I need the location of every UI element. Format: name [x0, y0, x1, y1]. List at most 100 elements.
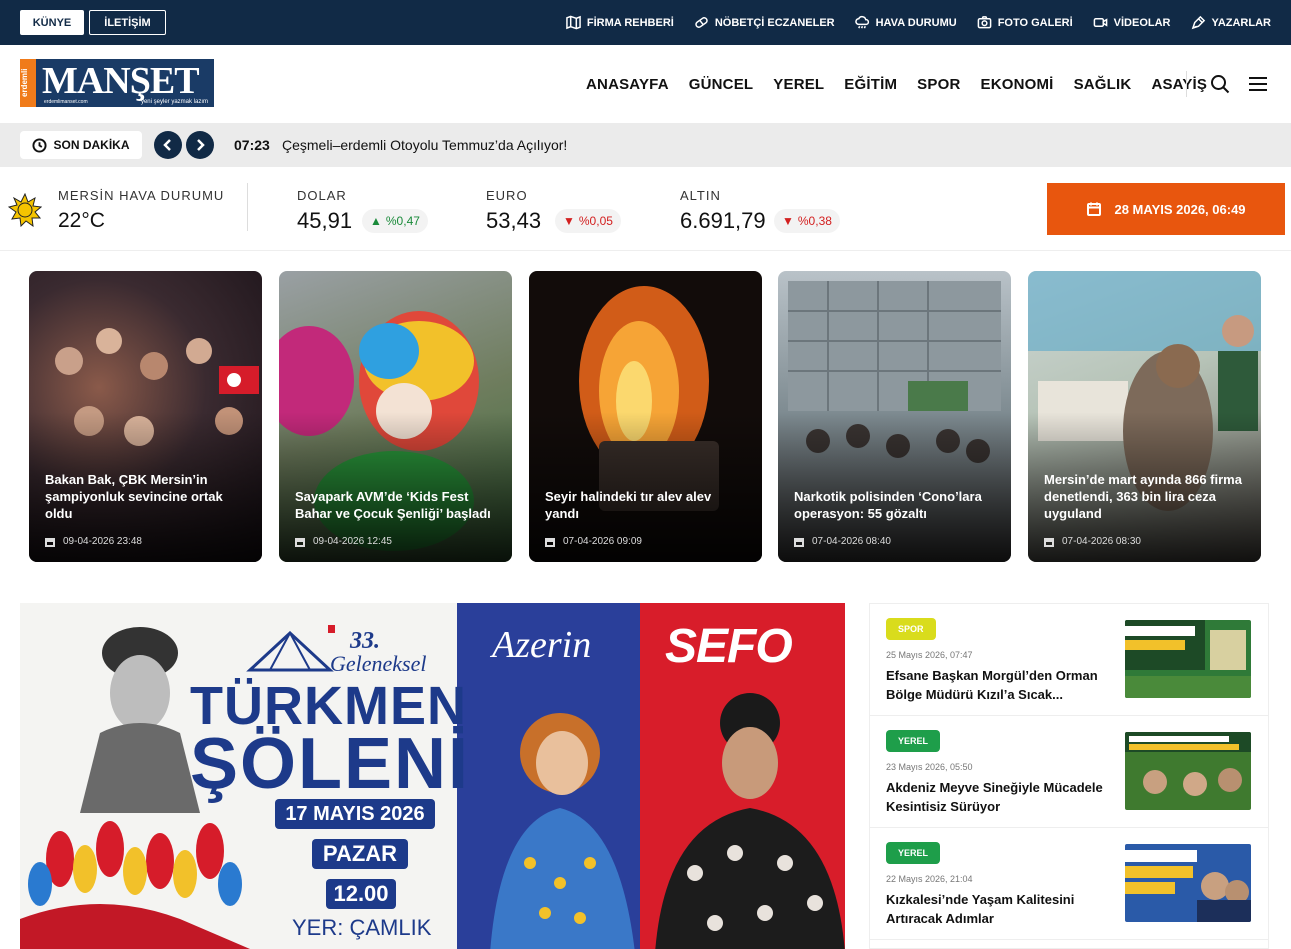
iletisim-button[interactable]: İLETİŞİM: [89, 10, 166, 35]
nobetci-eczaneler-link[interactable]: NÖBETÇİ ECZANELER: [694, 15, 835, 30]
news-card[interactable]: Bakan Bak, ÇBK Mersin’in şampiyonluk sev…: [29, 271, 262, 562]
altin-label: ALTIN: [680, 188, 721, 203]
nav-ekonomi[interactable]: EKONOMİ: [980, 76, 1053, 93]
calendar-icon: [45, 537, 55, 547]
foto-galeri-label: FOTO GALERİ: [997, 16, 1073, 29]
news-card[interactable]: Sayapark AVM’de ‘Kids Fest Bahar ve Çocu…: [279, 271, 512, 562]
list-item[interactable]: SPOR 25 Mayıs 2026, 07:47 Efsane Başkan …: [870, 604, 1268, 716]
list-item[interactable]: YEREL 22 Mayıs 2026, 21:04 Kızkalesi’nde…: [870, 828, 1268, 940]
dolar-label: DOLAR: [297, 188, 347, 203]
kunye-button[interactable]: KÜNYE: [20, 10, 84, 35]
arrow-up-icon: ▲: [370, 214, 382, 228]
logo-side-text: erdemli: [20, 59, 36, 107]
card-title: Sayapark AVM’de ‘Kids Fest Bahar ve Çocu…: [295, 489, 491, 521]
list-item-date: 22 Mayıs 2026, 21:04: [886, 874, 973, 884]
card-date: 07-04-2026 08:40: [794, 536, 891, 547]
firma-rehberi-label: FİRMA REHBERİ: [586, 16, 674, 29]
camera-icon: [977, 16, 992, 29]
map-icon: [566, 15, 581, 30]
top-bar: KÜNYE İLETİŞİM FİRMA REHBERİ NÖBETÇİ ECZ…: [0, 0, 1291, 45]
main-nav: ANASAYFA GÜNCEL YEREL EĞİTİM SPOR EKONOM…: [586, 45, 1207, 123]
altin-change-value: %0,38: [797, 214, 832, 228]
euro-change: ▼ %0,05: [555, 209, 621, 233]
category-badge[interactable]: SPOR: [886, 618, 936, 640]
search-icon[interactable]: [1209, 73, 1231, 95]
videolar-link[interactable]: VİDEOLAR: [1093, 15, 1171, 30]
top-links: FİRMA REHBERİ NÖBETÇİ ECZANELER HAVA DUR…: [566, 0, 1271, 45]
logo-url: erdemlimanset.com: [44, 99, 88, 105]
calendar-icon: [1044, 537, 1054, 547]
card-date: 09-04-2026 12:45: [295, 536, 392, 547]
yazarlar-link[interactable]: YAZARLAR: [1191, 15, 1272, 30]
chevron-right-icon: [197, 139, 205, 151]
cloud-rain-icon: [854, 15, 869, 29]
sun-icon: [8, 193, 42, 227]
event-banner[interactable]: 33. Geleneksel TÜRKMEN ŞÖLENİ 17 MAYIS 2…: [20, 603, 845, 949]
hava-durumu-link[interactable]: HAVA DURUMU: [854, 15, 957, 30]
firma-rehberi-link[interactable]: FİRMA REHBERİ: [566, 15, 674, 30]
list-item-thumbnail: [1125, 620, 1251, 698]
euro-change-value: %0,05: [578, 214, 613, 228]
card-date-value: 07-04-2026 09:09: [563, 536, 642, 547]
foto-galeri-link[interactable]: FOTO GALERİ: [977, 15, 1073, 30]
altin-change: ▼ %0,38: [774, 209, 840, 233]
list-item[interactable]: YEREL 23 Mayıs 2026, 05:50 Akdeniz Meyve…: [870, 716, 1268, 828]
calendar-icon: [295, 537, 305, 547]
list-item-thumbnail: [1125, 844, 1251, 922]
son-dakika-badge: SON DAKİKA: [20, 131, 142, 159]
yazarlar-label: YAZARLAR: [1211, 16, 1272, 29]
nav-anasayfa[interactable]: ANASAYFA: [586, 76, 669, 93]
breaking-prev-button[interactable]: [154, 131, 182, 159]
card-title: Narkotik polisinden ‘Cono’lara operasyon…: [794, 489, 982, 521]
banner-artist-azerin: Azerin: [492, 624, 592, 666]
clock-icon: [32, 137, 48, 153]
weather-temp: 22°C: [58, 209, 105, 232]
sefo-portrait: [655, 693, 845, 949]
list-item-title: Akdeniz Meyve Sineğiyle Mücadele Kesinti…: [886, 780, 1103, 814]
videolar-label: VİDEOLAR: [1113, 16, 1171, 29]
tent-icon: [246, 625, 335, 672]
current-date: 28 MAYIS 2026, 06:49: [1114, 201, 1246, 217]
news-card[interactable]: Narkotik polisinden ‘Cono’lara operasyon…: [778, 271, 1011, 562]
menu-icon[interactable]: [1247, 73, 1269, 95]
category-badge[interactable]: YEREL: [886, 730, 941, 752]
nav-spor[interactable]: SPOR: [917, 76, 960, 93]
logo-slogan: yeni şeyler yazmak lazım: [140, 99, 208, 105]
news-card[interactable]: Mersin’de mart ayında 866 firma denetlen…: [1028, 271, 1261, 562]
list-item-title: Efsane Başkan Morgül’den Orman Bölge Müd…: [886, 668, 1098, 702]
logo-word: MANŞET: [42, 60, 200, 102]
nav-guncel[interactable]: GÜNCEL: [689, 76, 754, 93]
ticker-divider: [247, 183, 248, 231]
nav-saglik[interactable]: SAĞLIK: [1074, 76, 1132, 93]
breaking-headline[interactable]: Çeşmeli–erdemli Otoyolu Temmuz’da Açılıy…: [282, 137, 567, 153]
altin-value: 6.691,79: [680, 208, 766, 233]
breaking-next-button[interactable]: [186, 131, 214, 159]
calendar-icon: [794, 537, 804, 547]
nav-egitim[interactable]: EĞİTİM: [844, 76, 897, 93]
category-badge[interactable]: YEREL: [886, 842, 941, 864]
nav-yerel[interactable]: YEREL: [773, 76, 824, 93]
weather-label: MERSİN HAVA DURUMU: [58, 188, 225, 203]
pen-icon: [1191, 15, 1205, 30]
card-date: 09-04-2026 23:48: [45, 536, 142, 547]
euro-label: EURO: [486, 188, 528, 203]
card-title: Mersin’de mart ayında 866 firma denetlen…: [1044, 472, 1242, 521]
dolar-value: 45,91: [297, 208, 353, 233]
nav-divider: [1186, 71, 1187, 97]
chevron-left-icon: [163, 139, 171, 151]
nav-asayis[interactable]: ASAYİŞ: [1151, 76, 1207, 93]
news-card[interactable]: Seyir halindeki tır alev alev yandı 07-0…: [529, 271, 762, 562]
arrow-down-icon: ▼: [563, 214, 575, 228]
son-dakika-label: SON DAKİKA: [53, 138, 130, 152]
site-logo[interactable]: erdemli MANŞET erdemlimanset.com yeni şe…: [20, 59, 214, 107]
card-title: Bakan Bak, ÇBK Mersin’in şampiyonluk sev…: [45, 472, 223, 521]
hava-durumu-label: HAVA DURUMU: [875, 16, 957, 29]
banner-artist-sefo: SEFO: [665, 620, 793, 673]
banner-time: 12.00: [326, 879, 396, 909]
dolar-change-value: %0,47: [385, 214, 420, 228]
pill-icon: [695, 17, 708, 28]
arrow-down-icon: ▼: [782, 214, 794, 228]
site-header: erdemli MANŞET erdemlimanset.com yeni şe…: [0, 45, 1291, 123]
list-item-date: 23 Mayıs 2026, 05:50: [886, 762, 973, 772]
card-title: Seyir halindeki tır alev alev yandı: [545, 489, 712, 521]
